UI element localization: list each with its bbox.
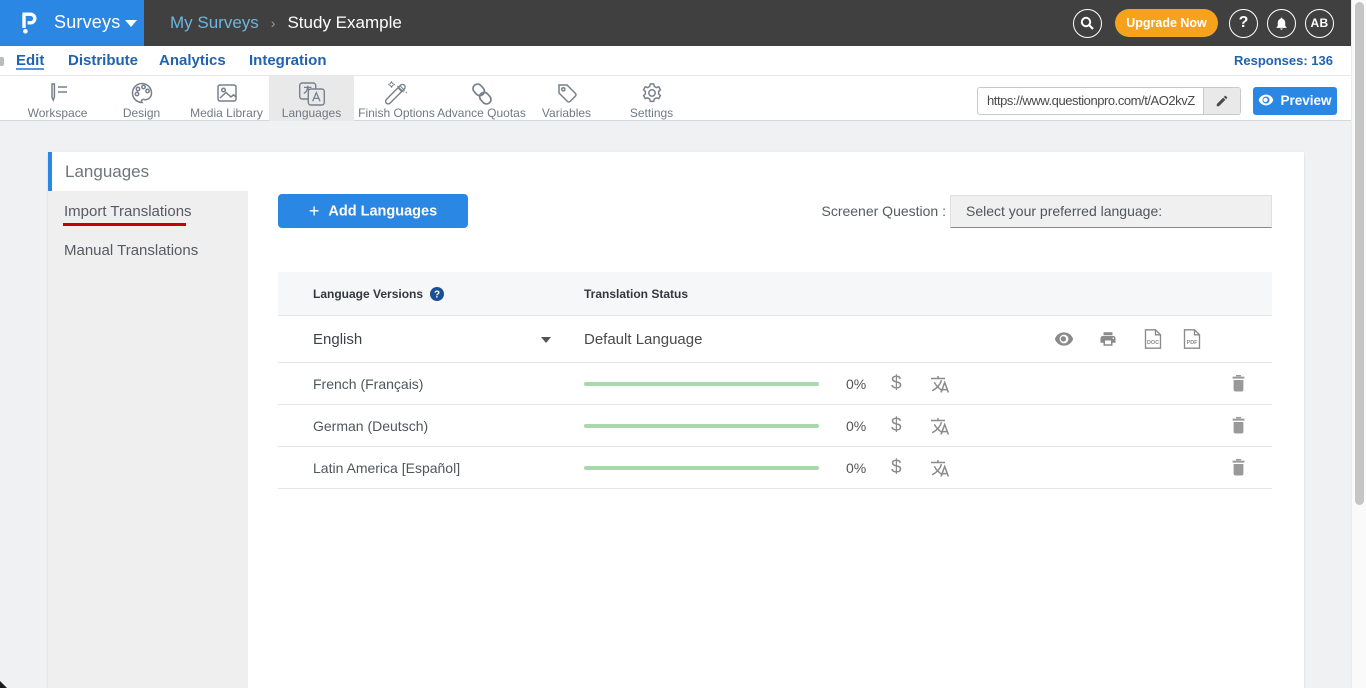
svg-text:?: ? <box>434 290 440 301</box>
svg-text:PDF: PDF <box>1187 340 1199 346</box>
svg-text:DOC: DOC <box>1147 340 1159 346</box>
